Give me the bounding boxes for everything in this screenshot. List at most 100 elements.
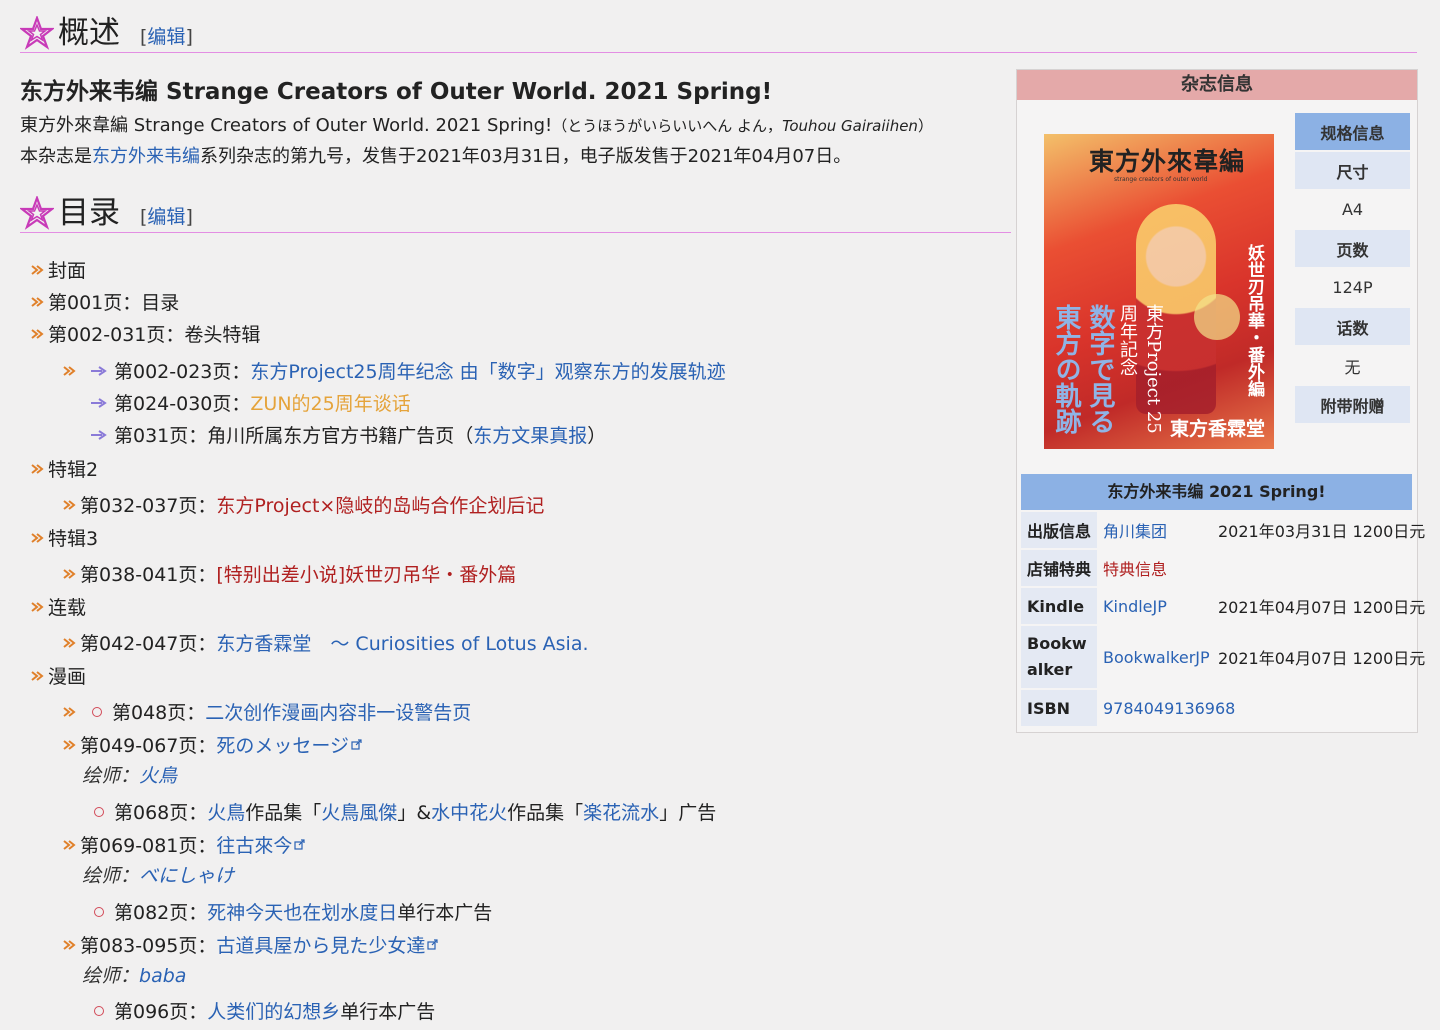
toc-text: 第068页：: [114, 802, 208, 824]
publisher-link[interactable]: 角川集团: [1103, 518, 1167, 542]
row-key: Kindle: [1021, 588, 1097, 624]
toc-link[interactable]: 火鳥風傑: [321, 798, 397, 825]
intro-original-title: 東方外來韋編 Strange Creators of Outer World. …: [20, 115, 553, 136]
toc-link[interactable]: 东方文果真报: [473, 421, 587, 448]
table-row: ISBN 9784049136968: [1021, 690, 1412, 726]
painter-link[interactable]: baba: [139, 965, 186, 987]
row-date-price: 2021年03月31日 1200日元: [1218, 522, 1426, 541]
intro-close: ）: [917, 117, 933, 135]
external-link-icon: [351, 739, 362, 750]
toc-text: 第096页：: [114, 1001, 208, 1023]
section-heading-toc: 目录 [编辑]: [20, 192, 1011, 233]
painter-link[interactable]: べにしゃけ: [139, 865, 234, 887]
toc-text: 」广告: [659, 802, 717, 824]
list-item: 第049-067页： 死のメッセージ: [62, 731, 362, 758]
row-key: 店铺特典: [1021, 550, 1097, 586]
cover-image[interactable]: 東方外來韋編 strange creators of outer world 東…: [1044, 134, 1274, 449]
list-item: 第001页：目录: [30, 288, 179, 315]
list-item: 第002-023页： 东方Project25周年纪念 由「数字」观察东方的发展轨迹: [62, 357, 726, 384]
painter-link[interactable]: 火鳥: [139, 765, 177, 787]
list-item: 封面: [30, 256, 86, 283]
list-item: 第083-095页： 古道具屋から見た少女達: [62, 931, 439, 958]
list-item: 连载: [30, 593, 86, 620]
kindle-link[interactable]: KindleJP: [1103, 597, 1167, 616]
toc-link[interactable]: 楽花流水: [583, 798, 659, 825]
edit-link-wrapper: [编辑]: [140, 206, 193, 228]
toc-text: ）: [587, 425, 607, 447]
toc-link[interactable]: [特别出差小说]妖世刃吊华・番外篇: [216, 560, 516, 587]
row-key: ISBN: [1021, 690, 1097, 726]
circle-bullet-icon: [94, 906, 104, 917]
toc-text: 单行本广告: [340, 1001, 436, 1023]
chevron-bullet-icon: [30, 462, 44, 476]
toc-text: 特辑3: [48, 528, 99, 550]
infobox-title: 杂志信息: [1017, 70, 1417, 100]
table-row: 店铺特典 特典信息: [1021, 550, 1412, 586]
chevron-bullet-icon: [30, 263, 44, 277]
chevron-bullet-icon: [62, 567, 76, 581]
list-item: 第032-037页： 东方Project×隐岐的岛屿合作企划后记: [62, 491, 544, 518]
row-date-price: 2021年04月07日 1200日元: [1218, 649, 1426, 668]
spec-header: 规格信息: [1295, 113, 1410, 150]
edit-link-overview[interactable]: 编辑: [147, 26, 185, 48]
toc-link[interactable]: 死のメッセージ: [216, 731, 349, 758]
toc-text: 第082页：: [114, 902, 208, 924]
toc-link[interactable]: 死神今天也在划水度日: [207, 898, 397, 925]
painter-credit: 绘师：baba: [82, 961, 186, 988]
edit-link-toc[interactable]: 编辑: [147, 206, 185, 228]
edit-link-wrapper: [编辑]: [140, 26, 193, 48]
toc-link[interactable]: 东方Project25周年纪念 由「数字」观察东方的发展轨迹: [250, 357, 725, 384]
chevron-bullet-icon: [30, 669, 44, 683]
chevron-bullet-icon: [62, 705, 76, 719]
toc-text: 第049-067页：: [80, 735, 217, 757]
toc-link[interactable]: 东方Project×隐岐的岛屿合作企划后记: [216, 491, 544, 518]
toc-text: 连载: [48, 597, 87, 619]
chevron-bullet-icon: [30, 327, 44, 341]
list-item: 第031页：角川所属东方官方书籍广告页（ 东方文果真报）: [90, 421, 606, 448]
spec-label-pages: 页数: [1295, 230, 1410, 267]
bonus-info-link[interactable]: 特典信息: [1103, 556, 1167, 580]
chevron-bullet-icon: [62, 498, 76, 512]
painter-credit: 绘师：べにしゃけ: [82, 861, 234, 888]
toc-link[interactable]: 古道具屋から見た少女達: [216, 931, 425, 958]
spec-label-size: 尺寸: [1295, 152, 1410, 189]
publication-header: 东方外来韦编 2021 Spring!: [1021, 474, 1412, 510]
toc-link[interactable]: 人类们的幻想乡: [207, 997, 340, 1024]
section-heading-overview: 概述 [编辑]: [20, 12, 1417, 53]
chevron-bullet-icon: [30, 295, 44, 309]
spec-value-pages: 124P: [1332, 278, 1373, 297]
list-item: 第096页： 人类们的幻想乡 单行本广告: [94, 997, 435, 1024]
painter-label: 绘师：: [82, 765, 140, 787]
spec-value-topic: 无: [1344, 357, 1361, 377]
painter-label: 绘师：: [82, 865, 140, 887]
toc-link[interactable]: 往古來今: [216, 831, 292, 858]
toc-text: 第048页：: [112, 702, 206, 724]
table-row: Kindle KindleJP 2021年04月07日 1200日元: [1021, 588, 1425, 624]
bookwalker-link[interactable]: BookwalkerJP: [1103, 648, 1210, 667]
chevron-bullet-icon: [62, 938, 76, 952]
isbn-link[interactable]: 9784049136968: [1103, 699, 1235, 718]
arrow-bullet-icon: [91, 365, 107, 376]
toc-link[interactable]: 二次创作漫画内容非一设警告页: [205, 698, 471, 725]
series-link[interactable]: 东方外来韦编: [92, 146, 200, 167]
chevron-bullet-icon: [30, 531, 44, 545]
list-item: 第038-041页： [特别出差小说]妖世刃吊华・番外篇: [62, 560, 516, 587]
toc-text: 作品集「: [507, 802, 584, 824]
cover-vertical-text: 東方の軌跡: [1051, 304, 1081, 434]
toc-link[interactable]: 火鳥: [207, 798, 245, 825]
list-item: 第024-030页： ZUN的25周年谈话: [90, 389, 411, 416]
circle-bullet-icon: [92, 706, 102, 717]
toc-link[interactable]: 东方香霖堂 ～ Curiosities of Lotus Asia.: [216, 629, 588, 656]
cover-moon: [1194, 294, 1240, 340]
intro-text: 本杂志是: [20, 146, 92, 167]
toc-link[interactable]: 水中花火: [431, 798, 507, 825]
toc-link[interactable]: ZUN的25周年谈话: [250, 389, 410, 416]
toc-text: 第031页：角川所属东方官方书籍广告页（: [114, 425, 474, 447]
list-item: 第002-031页：卷头特辑: [30, 320, 260, 347]
spec-label-topic: 话数: [1295, 308, 1410, 345]
cover-vertical-text: 妖世刃吊華・番外編: [1244, 244, 1264, 397]
external-link-icon: [427, 939, 439, 950]
toc-text: 第038-041页：: [80, 564, 217, 586]
toc-text: 第032-037页：: [80, 495, 217, 517]
intro-line-1: 東方外來韋編 Strange Creators of Outer World. …: [20, 111, 933, 137]
